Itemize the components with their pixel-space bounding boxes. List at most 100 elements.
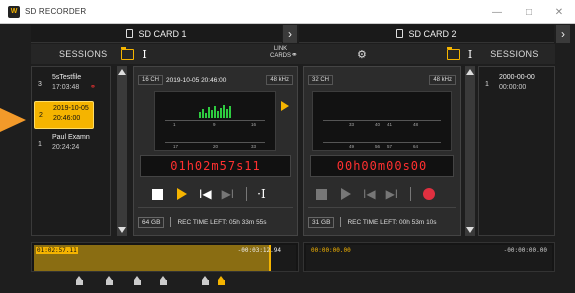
rec-time-left: REC TIME LEFT: 05h 33m 55s (177, 218, 267, 226)
card2-recorder-panel: 32 CH 48 kHz 33 40 41 48 49 56 57 64 00 h… (303, 66, 461, 236)
card1-timecode-display: 01 h 02 m 57 s 11 (140, 155, 291, 177)
channel-count-badge: 16 CH (138, 75, 164, 85)
linked-icon: ⚭ (90, 84, 96, 91)
link-chain-icon[interactable]: ⚭ (291, 50, 298, 59)
card1-markers (30, 276, 280, 288)
card2-timeline[interactable]: 00:00:00.00 -00:00:00.00 (303, 242, 555, 272)
link-cards-toggle[interactable]: LINK CARDS (270, 46, 291, 60)
card2-scrollbar[interactable] (465, 66, 475, 236)
session-time: 20:24:24 (52, 144, 80, 151)
session-name: 5sTestfile (52, 74, 82, 81)
card2-header: SD CARD 2 (299, 25, 554, 43)
meter-scale-label: 20 (213, 144, 219, 149)
meter-scale-label: 64 (413, 144, 419, 149)
timeline-start-time: 00:00:00.00 (311, 247, 351, 254)
cursor-tool-icon[interactable]: I (468, 48, 472, 61)
level-meter: 33 40 41 48 49 56 57 64 (312, 91, 452, 151)
marker-icon[interactable] (134, 276, 141, 285)
card1-sessions-label: SESSIONS (59, 49, 108, 59)
list-item[interactable]: 2 2019-10-05 20:46:00 (34, 101, 94, 129)
card1-storage-info: 64 GB REC TIME LEFT: 05h 33m 55s (138, 215, 293, 229)
timecode-seconds: 57 (219, 159, 237, 173)
session-number: 1 (485, 81, 489, 88)
marker-icon[interactable] (76, 276, 83, 285)
timecode-hours: 01 (170, 159, 187, 173)
card1-timeline[interactable]: 01:02:57.11 -00:03:12.94 (31, 242, 299, 272)
scroll-up-icon[interactable] (466, 69, 474, 75)
session-datetime: 2019-10-05 20:46:00 (166, 76, 227, 84)
session-number: 2 (39, 112, 43, 119)
card2-next-button[interactable]: › (556, 25, 570, 43)
timeline-start-time: 01:02:57.11 (36, 247, 78, 254)
session-number: 1 (38, 141, 42, 148)
session-number: 3 (38, 81, 42, 88)
timecode-hours: 00 (336, 159, 354, 173)
timecode-frames: 11 (244, 159, 261, 173)
meter-scale-label: 16 (251, 122, 257, 127)
list-item[interactable]: 1 2000-00-00 00:00:00 (481, 71, 551, 99)
samplerate-badge: 48 kHz (266, 75, 293, 85)
list-item[interactable]: 1 Paul Examn 20:24:24 (34, 131, 94, 159)
session-name: Paul Examn (52, 134, 90, 141)
cursor-tool-icon[interactable]: I (142, 48, 146, 61)
play-button[interactable] (177, 188, 187, 200)
meter-scale-label: 9 (213, 122, 216, 127)
card1-next-button[interactable]: › (283, 25, 297, 43)
folder-icon[interactable] (121, 46, 135, 60)
play-button[interactable] (341, 188, 351, 200)
marker-button[interactable]: ·I (257, 187, 266, 201)
scroll-down-icon[interactable] (466, 227, 474, 233)
meter-scale-label: 40 (375, 122, 381, 127)
close-icon[interactable]: ✕ (545, 0, 573, 24)
scroll-down-icon[interactable] (118, 227, 126, 233)
list-item[interactable]: 3 5sTestfile 17:03:48 ⚭ (34, 71, 96, 99)
card1-scrollbar[interactable] (117, 66, 127, 236)
session-time: 20:46:00 (53, 115, 81, 122)
app-icon: W (8, 5, 20, 18)
card1-toolbar: SESSIONS I (31, 44, 299, 64)
card2-sessions-list: 1 2000-00-00 00:00:00 (478, 66, 555, 236)
gear-icon[interactable]: ⚙ (357, 48, 367, 61)
card1-header: SD CARD 1 (31, 25, 282, 43)
card1-transport: I◀ ▶I ·I (134, 183, 297, 205)
stop-button[interactable] (316, 188, 327, 200)
skip-back-button[interactable]: I◀ (363, 187, 376, 201)
session-name: 2000-00-00 (499, 74, 535, 81)
scroll-up-icon[interactable] (118, 69, 126, 75)
title-bar: W SD RECORDER — □ ✕ (0, 0, 575, 24)
sd-card-icon (396, 29, 404, 38)
record-button[interactable] (423, 188, 436, 200)
skip-back-button[interactable]: I◀ (199, 187, 212, 201)
folder-icon[interactable] (446, 46, 460, 60)
window-title: SD RECORDER (25, 7, 87, 16)
skip-forward-button[interactable]: ▶I (222, 187, 235, 201)
marker-icon[interactable] (106, 276, 113, 285)
meter-scale-label: 33 (251, 144, 257, 149)
playing-indicator-icon (281, 101, 289, 111)
marker-icon[interactable] (218, 276, 225, 285)
skip-forward-button[interactable]: ▶I (386, 187, 399, 201)
card1-title: SD CARD 1 (138, 28, 187, 39)
card1-sessions-list: 3 5sTestfile 17:03:48 ⚭ 2 2019-10-05 20:… (31, 66, 111, 236)
timeline-remaining-time: -00:03:12.94 (237, 247, 281, 254)
meter-scale-label: 48 (413, 122, 419, 127)
timeline-track[interactable]: 01:02:57.11 -00:03:12.94 (34, 245, 296, 271)
rec-time-left: REC TIME LEFT: 00h 53m 10s (347, 218, 437, 226)
card1-info-row: 16 CH 2019-10-05 20:46:00 48 kHz (138, 73, 293, 87)
minimize-icon[interactable]: — (483, 0, 511, 24)
meter-scale-label: 1 (173, 122, 176, 127)
samplerate-badge: 48 kHz (429, 75, 456, 85)
meter-scale-label: 56 (375, 144, 381, 149)
session-time: 00:00:00 (499, 84, 527, 91)
timeline-remaining-time: -00:00:00.00 (503, 247, 547, 254)
maximize-icon[interactable]: □ (515, 0, 543, 24)
marker-icon[interactable] (202, 276, 209, 285)
timeline-track[interactable]: 00:00:00.00 -00:00:00.00 (306, 245, 552, 271)
marker-icon[interactable] (160, 276, 167, 285)
meter-scale-label: 41 (387, 122, 393, 127)
card2-storage-info: 31 GB REC TIME LEFT: 00h 53m 10s (308, 215, 456, 229)
session-name: 2019-10-05 (53, 105, 89, 112)
channel-count-badge: 32 CH (308, 75, 334, 85)
stop-button[interactable] (152, 188, 163, 200)
timecode-minutes: 02 (194, 159, 212, 173)
